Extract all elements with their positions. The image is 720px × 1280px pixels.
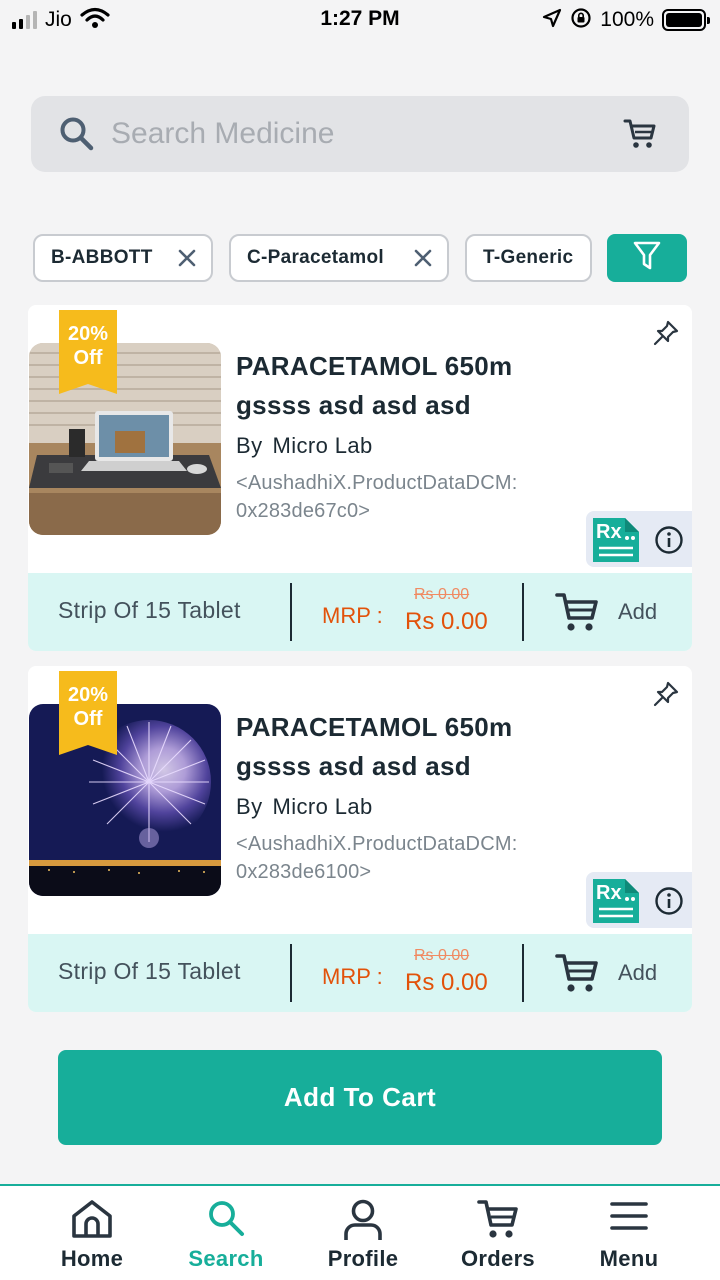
mrp-label: MRP :: [322, 964, 383, 989]
manufacturer-prefix: By: [236, 794, 263, 819]
divider: [290, 583, 292, 641]
add-to-cart-button[interactable]: Add To Cart: [58, 1050, 662, 1145]
discount-percent: 20%: [67, 323, 109, 345]
filter-chip-type[interactable]: T-Generic: [465, 234, 592, 282]
status-bar: Jio 1:27 PM 100%: [0, 0, 720, 40]
price-new: Rs 0.00: [405, 969, 488, 996]
search-bar: [31, 96, 689, 172]
divider: [522, 583, 524, 641]
product-card[interactable]: 20% Off PARACETAMOL 650m gssss asd asd a…: [28, 666, 692, 1012]
product-data-ref: <AushadhiX.ProductDataDCM: 0x283de67c0>: [236, 472, 518, 522]
nav-search[interactable]: Search: [156, 1186, 296, 1280]
battery-percent: 100%: [600, 8, 654, 31]
price-old: Rs 0.00: [414, 947, 470, 964]
nav-label: Profile: [327, 1246, 399, 1271]
product-footer: Strip Of 15 Tablet MRP : Rs 0.00 Rs 0.00…: [28, 934, 692, 1012]
close-icon[interactable]: [413, 248, 433, 274]
location-icon: [542, 8, 562, 33]
mrp-label: MRP :: [322, 603, 383, 628]
status-right: 100%: [542, 7, 710, 34]
home-icon: [70, 1198, 114, 1245]
manufacturer-prefix: By: [236, 433, 263, 458]
nav-home[interactable]: Home: [22, 1186, 162, 1280]
product-footer: Strip Of 15 Tablet MRP : Rs 0.00 Rs 0.00…: [28, 573, 692, 651]
discount-badge: 20% Off: [59, 671, 117, 755]
product-image[interactable]: [29, 343, 221, 535]
filter-chip-composition[interactable]: C-Paracetamol: [229, 234, 449, 282]
rx-info-box: Rx: [586, 511, 692, 567]
rx-prescription-icon: Rx: [591, 516, 641, 569]
manufacturer-name: Micro Lab: [272, 433, 373, 458]
cart-icon[interactable]: [623, 118, 657, 155]
pin-icon[interactable]: [652, 680, 680, 713]
price-old: Rs 0.00: [414, 586, 470, 603]
nav-orders[interactable]: Orders: [428, 1186, 568, 1280]
discount-badge: 20% Off: [59, 310, 117, 394]
nav-menu[interactable]: Menu: [559, 1186, 699, 1280]
divider: [290, 944, 292, 1002]
cart-icon[interactable]: [555, 591, 599, 638]
filter-button[interactable]: [607, 234, 687, 282]
nav-profile[interactable]: Profile: [293, 1186, 433, 1280]
discount-suffix: Off: [73, 708, 103, 730]
bottom-nav: Home Search Profile Orders Menu: [0, 1184, 720, 1280]
pin-icon[interactable]: [652, 319, 680, 352]
filter-chip-label: B-ABBOTT: [51, 247, 153, 268]
nav-label: Home: [60, 1246, 124, 1271]
close-icon[interactable]: [177, 248, 197, 274]
svg-text:Rx: Rx: [596, 882, 622, 904]
svg-text:Rx: Rx: [596, 521, 622, 543]
nav-label: Search: [188, 1246, 264, 1271]
rx-info-box: Rx: [586, 872, 692, 928]
cart-icon: [477, 1198, 519, 1245]
search-icon: [59, 116, 95, 157]
profile-icon: [342, 1198, 384, 1247]
search-input[interactable]: [111, 110, 591, 158]
manufacturer-name: Micro Lab: [272, 794, 373, 819]
add-button[interactable]: Add: [618, 599, 657, 625]
product-name[interactable]: PARACETAMOL 650m gssss asd asd asd: [236, 347, 576, 425]
manufacturer: By Micro Lab: [236, 794, 373, 820]
add-button[interactable]: Add: [618, 960, 657, 986]
funnel-icon: [633, 241, 661, 276]
search-icon: [206, 1198, 246, 1243]
battery-icon: [662, 9, 710, 31]
nav-label: Orders: [461, 1246, 535, 1271]
manufacturer: By Micro Lab: [236, 433, 373, 459]
rotation-lock-icon: [570, 7, 592, 34]
nav-label: Menu: [599, 1246, 659, 1271]
filter-chip-label: T-Generic: [483, 247, 574, 268]
filter-chip-label: C-Paracetamol: [247, 247, 384, 268]
discount-percent: 20%: [67, 684, 109, 706]
info-icon[interactable]: [654, 525, 684, 560]
menu-icon: [609, 1198, 649, 1239]
product-name[interactable]: PARACETAMOL 650m gssss asd asd asd: [236, 708, 576, 786]
product-card[interactable]: 20% Off PARACETAMOL 650m gssss asd asd a…: [28, 305, 692, 651]
filter-chip-brand[interactable]: B-ABBOTT: [33, 234, 213, 282]
price-new: Rs 0.00: [405, 608, 488, 635]
pack-size: Strip Of 15 Tablet: [58, 958, 241, 984]
product-image[interactable]: [29, 704, 221, 896]
discount-suffix: Off: [73, 347, 103, 369]
cart-icon[interactable]: [555, 952, 599, 999]
pack-size: Strip Of 15 Tablet: [58, 597, 241, 623]
divider: [522, 944, 524, 1002]
rx-prescription-icon: Rx: [591, 877, 641, 930]
info-icon[interactable]: [654, 886, 684, 921]
product-data-ref: <AushadhiX.ProductDataDCM: 0x283de6100>: [236, 833, 518, 883]
